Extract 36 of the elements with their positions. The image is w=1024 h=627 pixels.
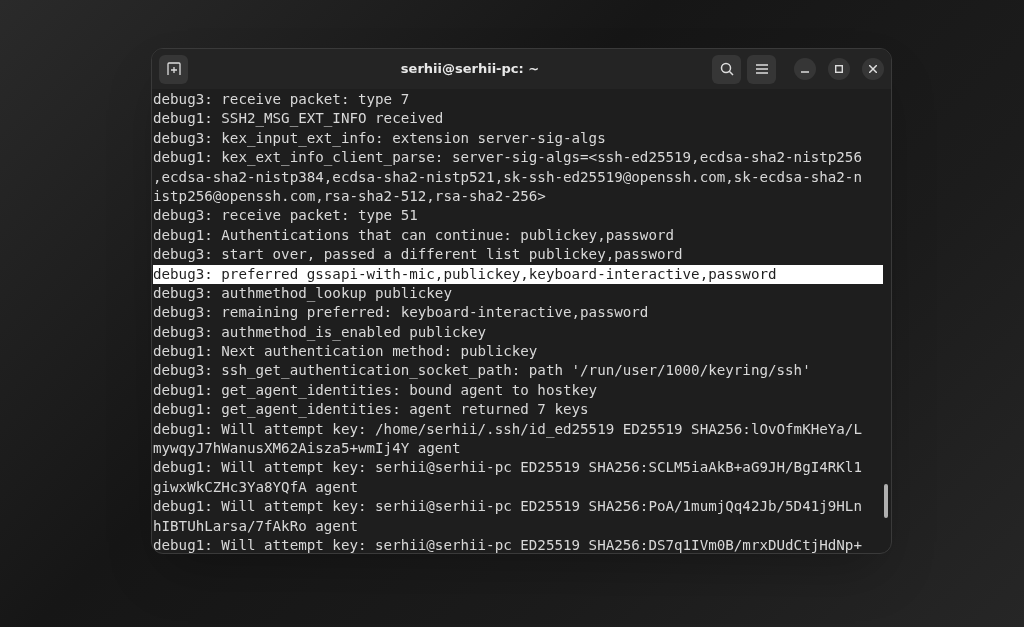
search-icon	[719, 62, 734, 76]
maximize-icon	[835, 65, 843, 73]
maximize-button[interactable]	[828, 58, 850, 80]
minimize-button[interactable]	[794, 58, 816, 80]
terminal-line: debug3: receive packet: type 51	[153, 206, 419, 226]
search-button[interactable]	[712, 54, 741, 84]
terminal-line: debug1: Will attempt key: /home/serhii/.ssh/id_ed25519 ED25519 SHA256:lOvOfmKHeYa/L	[153, 419, 863, 440]
close-icon	[869, 65, 877, 73]
menu-icon	[755, 64, 768, 74]
terminal-line: debug1: kex_ext_info_client_parse: server-sig-algs=<ssh-ed25519,ecdsa-sha2-nistp256	[153, 148, 863, 168]
terminal-line: debug1: SSH2_MSG_EXT_INFO received	[153, 109, 445, 129]
terminal-line: hIBTUhLarsa/7fAkRo agent	[153, 516, 359, 536]
scrollbar-thumb[interactable]	[884, 484, 888, 518]
terminal-line: debug1: Next authentication method: publickey	[153, 342, 539, 362]
terminal-line: debug1: Will attempt key: serhii@serhii-pc ED25519 SHA256:PoA/1mumjQq42Jb/5D41j9HLn	[153, 497, 863, 517]
terminal-line: debug3: kex_input_ext_info: extension server-sig-algs	[153, 128, 607, 149]
terminal-line: ,ecdsa-sha2-nistp384,ecdsa-sha2-nistp521,sk-ssh-ed25519@openssh.com,sk-ecdsa-sha2-n	[153, 167, 863, 187]
terminal-line: debug1: get_agent_identities: agent returned 7 keys	[153, 400, 590, 420]
new-tab-icon	[166, 62, 181, 76]
terminal-line: debug1: get_agent_identities: bound agent to hostkey	[153, 380, 599, 401]
terminal-line: debug1: Authentications that can continue: publickey,password	[153, 225, 676, 245]
menu-button[interactable]	[747, 54, 776, 84]
new-tab-button[interactable]	[159, 54, 188, 84]
terminal-line: debug1: Will attempt key: serhii@serhii-pc ED25519 SHA256:DS7q1IVm0B/mrxDUdCtjHdNp+	[153, 536, 863, 553]
terminal-line: debug3: authmethod_lookup publickey	[153, 283, 453, 304]
terminal-line: debug1: Will attempt key: serhii@serhii-pc ED25519 SHA256:SCLM5iaAkB+aG9JH/BgI4RKl1	[153, 458, 863, 478]
terminal-line: debug3: remaining preferred: keyboard-interactive,password	[153, 303, 650, 323]
close-button[interactable]	[862, 58, 884, 80]
terminal-line: debug3: ssh_get_authentication_socket_path: path '/run/user/1000/keyring/ssh'	[153, 361, 812, 381]
terminal-line: debug3: receive packet: type 7	[153, 90, 411, 109]
terminal-line: debug3: authmethod_is_enabled publickey	[153, 322, 488, 343]
terminal-line: debug3: start over, passed a different list publickey,password	[153, 245, 684, 265]
terminal-line: istp256@openssh.com,rsa-sha2-512,rsa-sha2-256>	[153, 186, 547, 206]
terminal-line: mywqyJ7hWanusXM62Aisza5+wmIj4Y agent	[153, 439, 462, 459]
terminal-line: giwxWkCZHc3Ya8YQfA agent	[153, 477, 359, 497]
window-title: serhii@serhii-pc: ~	[400, 60, 540, 79]
